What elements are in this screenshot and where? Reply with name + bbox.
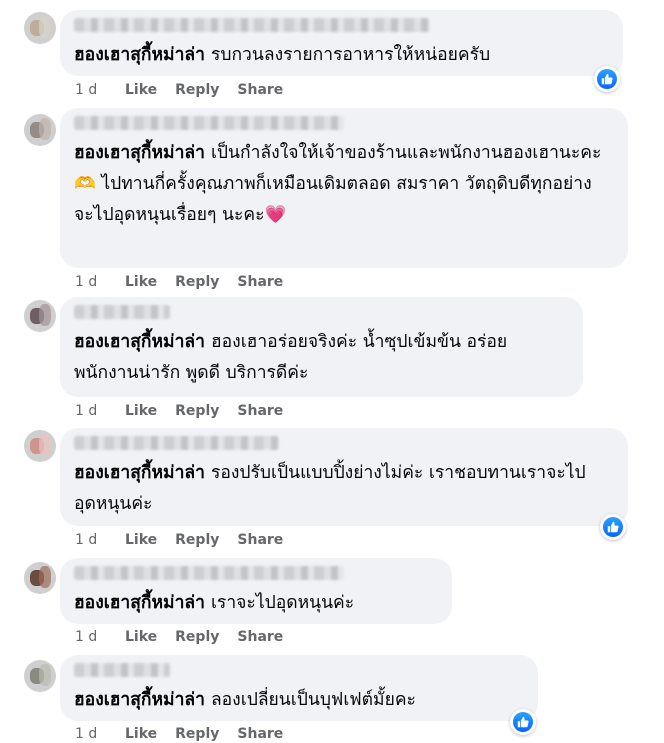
like-button[interactable]: Like	[125, 82, 157, 98]
share-button[interactable]: Share	[237, 532, 283, 548]
avatar[interactable]	[24, 300, 56, 332]
comment-body: รบกวนลงรายการอาหารให้หน่อยครับ	[210, 45, 491, 65]
page-name[interactable]: ฮองเฮาสุกี้หม่าล่า	[74, 143, 205, 163]
avatar[interactable]	[24, 12, 56, 44]
like-reaction-icon[interactable]	[510, 709, 536, 735]
comment-text: ฮองเฮาสุกี้หม่าล่า ลองเปลี่ยนเป็นบุฟเฟต์ม…	[74, 685, 524, 716]
reply-button[interactable]: Reply	[175, 532, 219, 548]
share-button[interactable]: Share	[237, 403, 283, 419]
like-button[interactable]: Like	[125, 274, 157, 290]
comment-text: ฮองเฮาสุกี้หม่าล่า เราจะไปอุดหนุนค่ะ	[74, 588, 438, 619]
comment-timestamp[interactable]: 1 d	[75, 532, 125, 548]
comment-actions: 1 d Like Reply Share	[75, 82, 301, 98]
comment-bubble: ฮองเฮาสุกี้หม่าล่า รองปรับเป็นแบบปิ้งย่าง…	[60, 428, 628, 526]
share-button[interactable]: Share	[237, 629, 283, 645]
blurred-commenter-name[interactable]	[74, 305, 170, 319]
page-name[interactable]: ฮองเฮาสุกี้หม่าล่า	[74, 690, 205, 710]
reply-button[interactable]: Reply	[175, 82, 219, 98]
comment-bubble: ฮองเฮาสุกี้หม่าล่า เป็นกำลังใจให้เจ้าของร…	[60, 108, 628, 268]
reply-button[interactable]: Reply	[175, 726, 219, 742]
comment-timestamp[interactable]: 1 d	[75, 403, 125, 419]
comment-text: ฮองเฮาสุกี้หม่าล่า รองปรับเป็นแบบปิ้งย่าง…	[74, 458, 614, 520]
comment-actions: 1 d Like Reply Share	[75, 629, 301, 645]
page-name[interactable]: ฮองเฮาสุกี้หม่าล่า	[74, 463, 205, 483]
like-reaction-icon[interactable]	[594, 66, 620, 92]
comment-text: ฮองเฮาสุกี้หม่าล่า เป็นกำลังใจให้เจ้าของร…	[74, 138, 614, 231]
avatar[interactable]	[24, 660, 56, 692]
avatar[interactable]	[24, 562, 56, 594]
avatar[interactable]	[24, 430, 56, 462]
comment-actions: 1 d Like Reply Share	[75, 532, 301, 548]
reply-button[interactable]: Reply	[175, 629, 219, 645]
comment-bubble: ฮองเฮาสุกี้หม่าล่า ลองเปลี่ยนเป็นบุฟเฟต์ม…	[60, 655, 538, 721]
reply-button[interactable]: Reply	[175, 403, 219, 419]
comment-bubble: ฮองเฮาสุกี้หม่าล่า รบกวนลงรายการอาหารให้ห…	[60, 10, 623, 76]
share-button[interactable]: Share	[237, 726, 283, 742]
like-button[interactable]: Like	[125, 726, 157, 742]
comment-text: ฮองเฮาสุกี้หม่าล่า รบกวนลงรายการอาหารให้ห…	[74, 40, 609, 71]
comment-actions: 1 d Like Reply Share	[75, 403, 301, 419]
like-button[interactable]: Like	[125, 629, 157, 645]
blurred-commenter-name[interactable]	[74, 663, 170, 677]
comment-actions: 1 d Like Reply Share	[75, 726, 301, 742]
like-reaction-icon[interactable]	[600, 514, 626, 540]
reply-button[interactable]: Reply	[175, 274, 219, 290]
like-button[interactable]: Like	[125, 403, 157, 419]
avatar[interactable]	[24, 114, 56, 146]
share-button[interactable]: Share	[237, 82, 283, 98]
blurred-commenter-name[interactable]	[74, 18, 430, 32]
comment-actions: 1 d Like Reply Share	[75, 274, 301, 290]
comment-bubble: ฮองเฮาสุกี้หม่าล่า เราจะไปอุดหนุนค่ะ	[60, 558, 452, 624]
page-name[interactable]: ฮองเฮาสุกี้หม่าล่า	[74, 45, 205, 65]
blurred-commenter-name[interactable]	[74, 436, 279, 450]
comment-timestamp[interactable]: 1 d	[75, 629, 125, 645]
comment-body: ลองเปลี่ยนเป็นบุฟเฟต์มั้ยคะ	[210, 690, 416, 710]
page-name[interactable]: ฮองเฮาสุกี้หม่าล่า	[74, 593, 205, 613]
page-name[interactable]: ฮองเฮาสุกี้หม่าล่า	[74, 332, 205, 352]
comment-timestamp[interactable]: 1 d	[75, 274, 125, 290]
like-button[interactable]: Like	[125, 532, 157, 548]
blurred-commenter-name[interactable]	[74, 566, 344, 580]
blurred-commenter-name[interactable]	[74, 116, 344, 130]
comment-timestamp[interactable]: 1 d	[75, 726, 125, 742]
comment-timestamp[interactable]: 1 d	[75, 82, 125, 98]
comment-body: เราจะไปอุดหนุนค่ะ	[210, 593, 355, 613]
share-button[interactable]: Share	[237, 274, 283, 290]
comment-text: ฮองเฮาสุกี้หม่าล่า ฮองเฮาอร่อยจริงค่ะ น้ำ…	[74, 327, 569, 389]
comment-bubble: ฮองเฮาสุกี้หม่าล่า ฮองเฮาอร่อยจริงค่ะ น้ำ…	[60, 297, 583, 397]
